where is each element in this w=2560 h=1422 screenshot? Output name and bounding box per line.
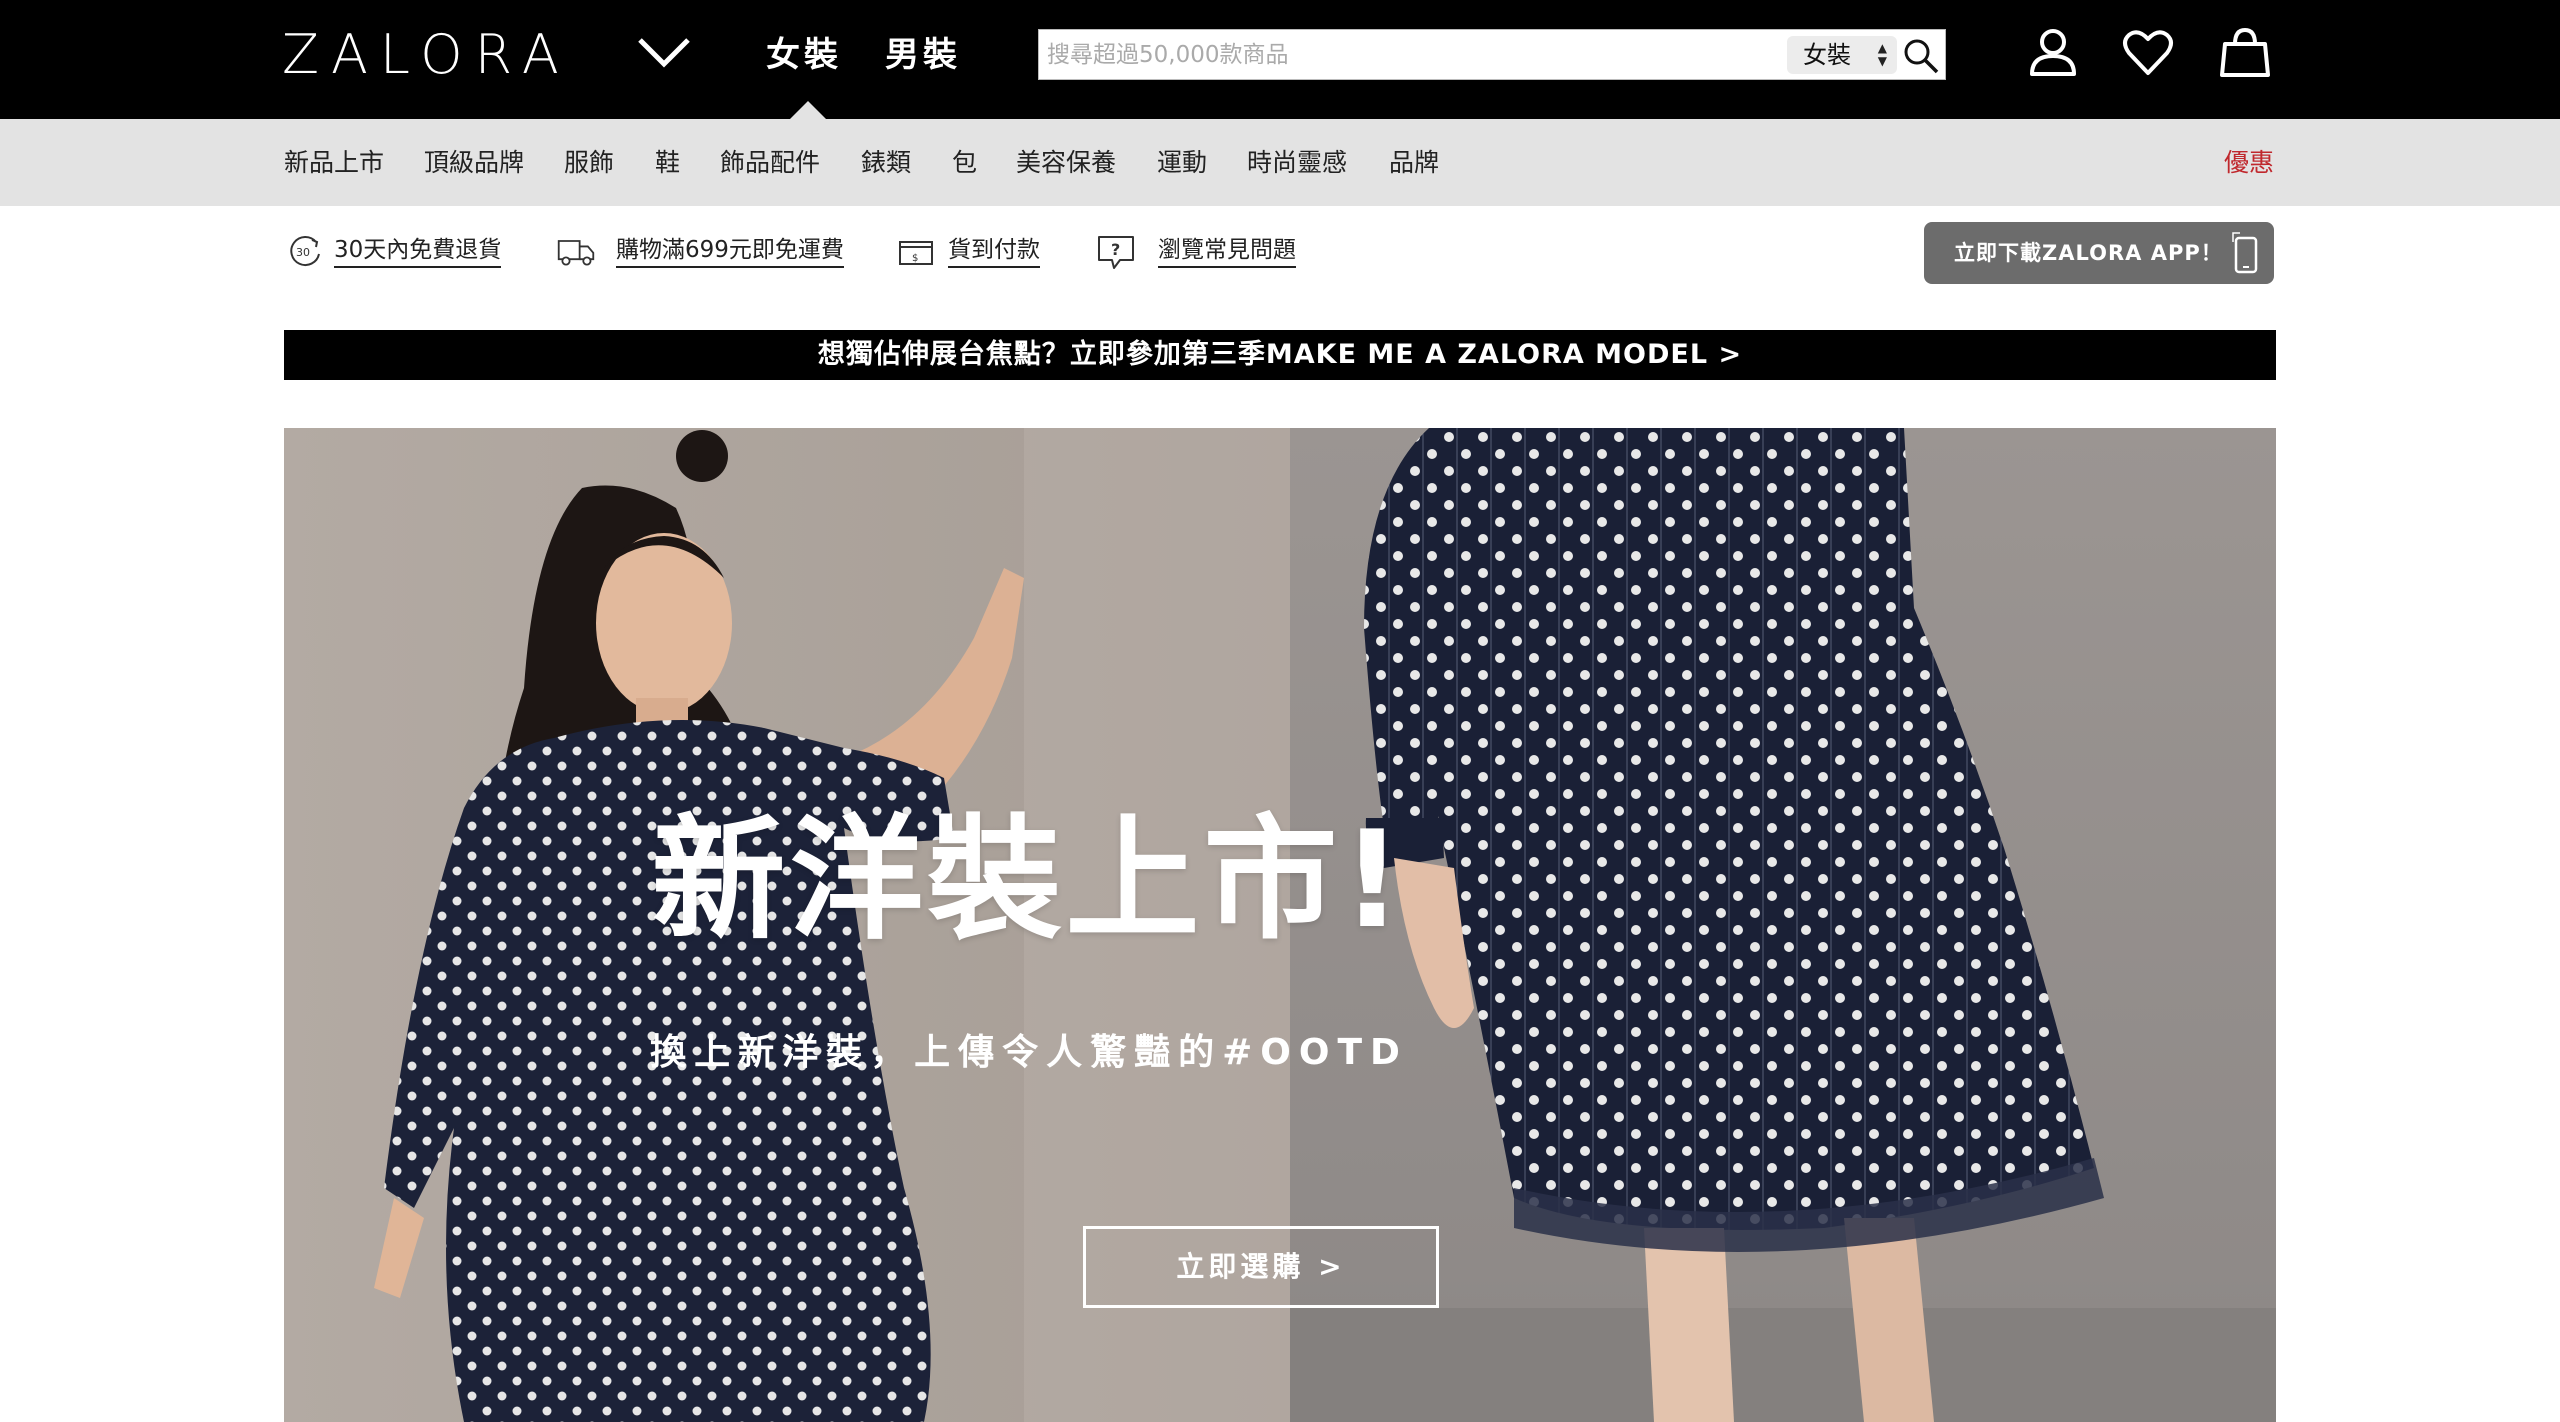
svg-text:30: 30 xyxy=(296,246,310,259)
chevron-down-icon[interactable] xyxy=(636,34,692,70)
user-icon[interactable] xyxy=(2026,26,2080,80)
usp-faq[interactable]: ? 瀏覽常見問題 xyxy=(1096,232,1296,272)
hero-banner[interactable]: 新洋裝上市! 換上新洋裝，上傳令人驚豔的#OOTD 立即選購 > xyxy=(284,428,2276,1422)
svg-text:$: $ xyxy=(912,253,918,264)
category-watches[interactable]: 錶類 xyxy=(861,145,911,181)
category-promotions[interactable]: 優惠 xyxy=(2224,145,2274,181)
faq-icon: ? xyxy=(1098,236,1134,269)
30-day-return-icon: 30 xyxy=(290,236,320,267)
delivery-truck-icon xyxy=(557,240,595,266)
svg-text:?: ? xyxy=(1111,240,1120,259)
category-navigation: 新品上市 頂級品牌 服飾 鞋 飾品配件 錶類 包 美容保養 運動 時尚靈感 品牌… xyxy=(0,119,2560,206)
category-bags[interactable]: 包 xyxy=(952,145,977,181)
category-inspiration[interactable]: 時尚靈感 xyxy=(1247,145,1347,181)
download-app-button[interactable]: 立即下載ZALORA APP！ xyxy=(1924,222,2274,284)
category-clothing[interactable]: 服飾 xyxy=(564,145,614,181)
download-app-label: 立即下載ZALORA APP！ xyxy=(1954,241,2223,265)
model-campaign-banner[interactable]: 想獨佔伸展台焦點？立即參加第三季MAKE ME A ZALORA MODEL > xyxy=(284,330,2276,380)
tab-men[interactable]: 男裝 xyxy=(885,30,961,80)
search-category-select[interactable]: 女裝 ▲ ▼ xyxy=(1787,36,1897,74)
hero-subtitle: 換上新洋裝，上傳令人驚豔的#OOTD xyxy=(650,1032,1408,1073)
search-category-value: 女裝 xyxy=(1803,41,1851,69)
cash-on-delivery-icon: $ xyxy=(899,241,933,265)
top-navigation-bar: ZALORA 女裝 男裝 女裝 ▲▼ xyxy=(0,0,2560,119)
tab-women[interactable]: 女裝 xyxy=(766,30,842,80)
active-tab-indicator xyxy=(790,101,826,119)
category-sports[interactable]: 運動 xyxy=(1157,145,1207,181)
search-icon[interactable] xyxy=(1901,37,1941,75)
select-arrows-icon: ▲ ▼ xyxy=(1877,41,1887,68)
hero-title: 新洋裝上市! xyxy=(651,802,1407,958)
category-premium-brands[interactable]: 頂級品牌 xyxy=(424,145,524,181)
category-accessories[interactable]: 飾品配件 xyxy=(720,145,820,181)
mobile-phone-icon xyxy=(2232,232,2258,274)
category-new-arrivals[interactable]: 新品上市 xyxy=(284,145,384,181)
usp-free-returns[interactable]: 30 30天內免費退貨 xyxy=(286,232,516,272)
category-beauty[interactable]: 美容保養 xyxy=(1016,145,1116,181)
usp-label: 30天內免費退貨 xyxy=(334,234,502,268)
usp-free-shipping[interactable]: 購物滿699元即免運費 xyxy=(556,232,846,272)
shop-now-button[interactable]: 立即選購 > xyxy=(1083,1226,1439,1308)
zalora-logo[interactable]: ZALORA xyxy=(282,24,571,86)
category-shoes[interactable]: 鞋 xyxy=(655,145,680,181)
usp-cash-on-delivery[interactable]: $ 貨到付款 xyxy=(896,232,1046,272)
usp-label: 瀏覽常見問題 xyxy=(1158,234,1296,268)
shopping-bag-icon[interactable] xyxy=(2218,26,2272,80)
usp-label: 貨到付款 xyxy=(948,234,1040,268)
search-bar: 女裝 ▲▼ xyxy=(1038,29,1946,80)
heart-icon[interactable] xyxy=(2121,26,2175,80)
search-input[interactable] xyxy=(1043,34,1783,75)
usp-label: 購物滿699元即免運費 xyxy=(616,234,844,268)
category-brands[interactable]: 品牌 xyxy=(1389,145,1439,181)
